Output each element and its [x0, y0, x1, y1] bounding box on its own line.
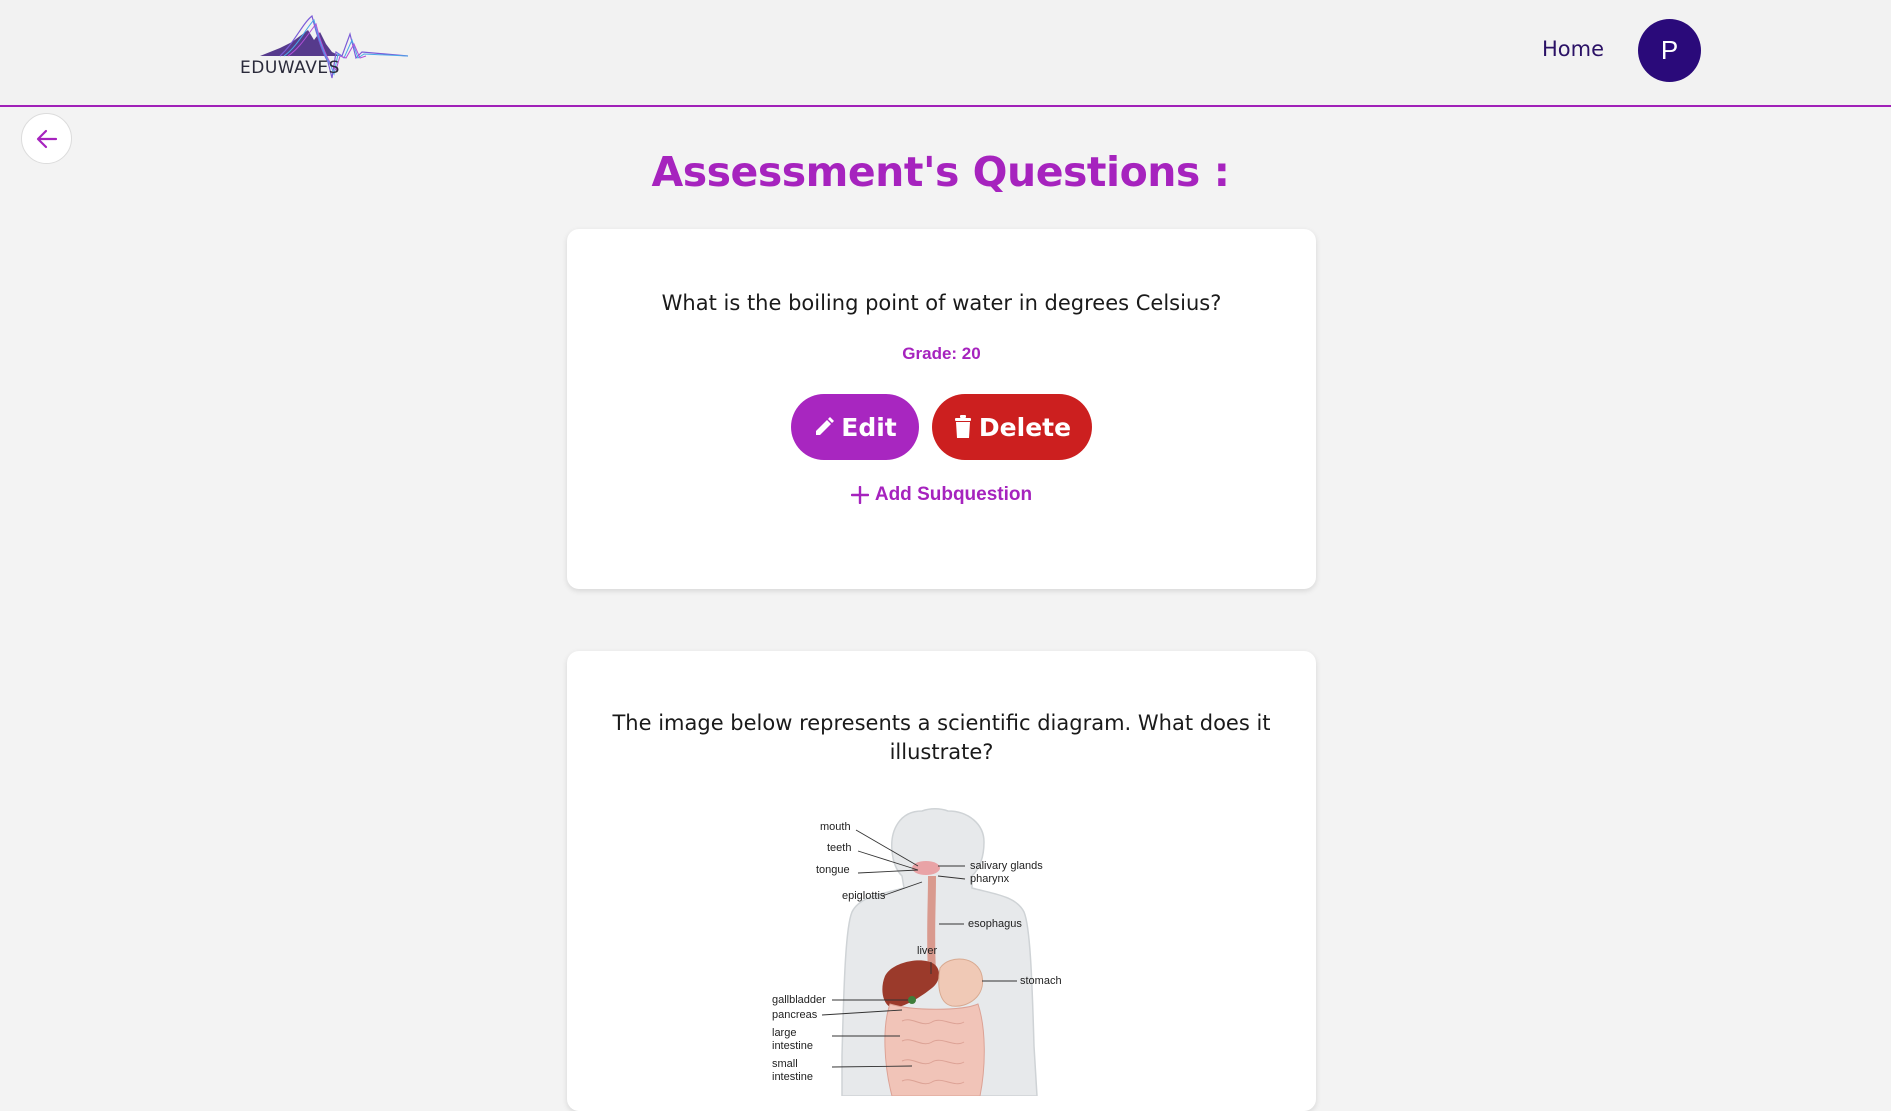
question-card: What is the boiling point of water in de…	[567, 229, 1316, 589]
question-grade: Grade: 20	[902, 344, 981, 363]
add-subquestion-button[interactable]: Add Subquestion	[567, 484, 1316, 506]
plus-icon	[850, 486, 869, 504]
user-avatar[interactable]: P	[1638, 19, 1701, 82]
avatar-initial: P	[1660, 35, 1679, 65]
diagram-label-pancreas: pancreas	[772, 1009, 818, 1021]
top-navbar: EDUWAVES Home P	[0, 0, 1891, 107]
arrow-left-icon	[36, 129, 57, 148]
diagram-label-esophagus: esophagus	[968, 918, 1022, 930]
diagram-label-pharynx: pharynx	[970, 873, 1010, 885]
delete-button[interactable]: Delete	[932, 394, 1092, 460]
eduwaves-logo[interactable]: EDUWAVES	[240, 12, 410, 86]
edit-button[interactable]: Edit	[791, 394, 919, 460]
question-text: The image below represents a scientific …	[612, 711, 1271, 764]
diagram-label-liver: liver	[917, 945, 938, 957]
question-card: The image below represents a scientific …	[567, 651, 1316, 1111]
diagram-label-small: small	[772, 1058, 798, 1070]
diagram-label-small-intestine: intestine	[772, 1071, 813, 1083]
add-subquestion-label: Add Subquestion	[874, 484, 1033, 505]
diagram-label-mouth: mouth	[820, 821, 851, 833]
pencil-icon	[816, 417, 835, 435]
diagram-label-salivary-glands: salivary glands	[970, 860, 1043, 872]
trash-icon	[954, 415, 971, 438]
question-text: What is the boiling point of water in de…	[661, 291, 1222, 315]
diagram-label-tongue: tongue	[816, 864, 850, 876]
logo-text: EDUWAVES	[240, 58, 340, 78]
diagram-label-gallbladder: gallbladder	[772, 994, 826, 1006]
page-title: Assessment's Questions :	[651, 148, 1230, 196]
digestive-system-diagram: mouth teeth tongue epiglottis salivary g…	[772, 796, 1112, 1097]
diagram-label-stomach: stomach	[1020, 975, 1062, 987]
diagram-label-large: large	[772, 1027, 796, 1039]
edit-button-label: Edit	[841, 412, 897, 442]
diagram-label-teeth: teeth	[827, 842, 851, 854]
delete-button-label: Delete	[978, 412, 1072, 442]
diagram-label-epiglottis: epiglottis	[842, 890, 886, 902]
diagram-label-large-intestine: intestine	[772, 1040, 813, 1052]
nav-home-link[interactable]: Home	[1542, 37, 1604, 61]
